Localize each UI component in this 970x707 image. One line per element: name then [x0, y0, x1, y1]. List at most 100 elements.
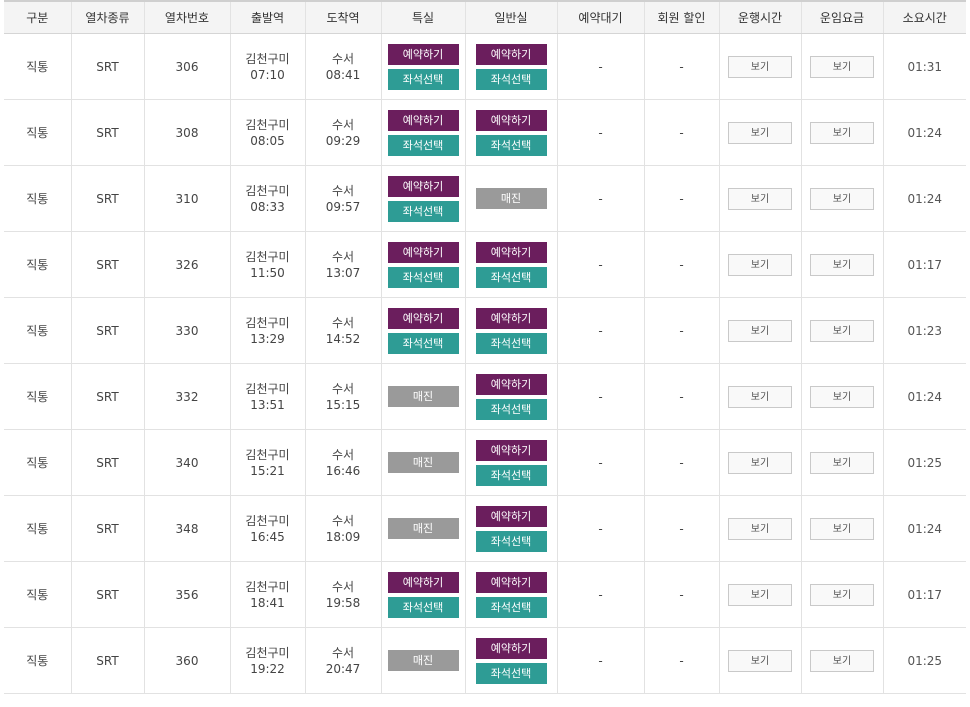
first-class-reserve-button[interactable]: 예약하기: [387, 109, 459, 131]
schedule-cell: 보기: [718, 231, 801, 298]
departure-station: 김천구미: [245, 381, 290, 396]
general-reserve-button[interactable]: 예약하기: [475, 571, 547, 593]
header-schedule: 운행시간: [718, 0, 801, 34]
train-type-cell: SRT: [70, 165, 144, 232]
general-seat-select-button[interactable]: 좌석선택: [475, 134, 547, 156]
train-number-cell: 340: [143, 429, 230, 496]
schedule-cell: 보기: [718, 627, 801, 694]
view-fare-button[interactable]: 보기: [810, 385, 874, 408]
first-class-seat-select-button[interactable]: 좌석선택: [387, 332, 459, 354]
first-class-reserve-button[interactable]: 예약하기: [387, 571, 459, 593]
general-reserve-button[interactable]: 예약하기: [475, 307, 547, 329]
arrival-station: 수서: [331, 249, 355, 264]
general-cell: 예약하기좌석선택: [464, 429, 557, 496]
waitlist-cell: -: [556, 33, 644, 100]
first-class-soldout-button: 매진: [387, 650, 459, 671]
arrival-station: 수서: [331, 117, 355, 132]
first-class-reserve-button[interactable]: 예약하기: [387, 175, 459, 197]
first-class-soldout-button: 매진: [387, 386, 459, 407]
arrival-station: 수서: [331, 381, 355, 396]
train-number-cell: 306: [143, 33, 230, 100]
general-reserve-button[interactable]: 예약하기: [475, 505, 547, 527]
arrival-station: 수서: [331, 447, 355, 462]
member-discount-cell: -: [643, 363, 719, 430]
departure-time: 13:29: [250, 331, 285, 346]
duration-cell: 01:23: [882, 297, 966, 364]
train-number-cell: 348: [143, 495, 230, 562]
view-fare-button[interactable]: 보기: [810, 55, 874, 78]
first-class-seat-select-button[interactable]: 좌석선택: [387, 596, 459, 618]
arrival-time: 09:29: [325, 133, 361, 148]
general-cell: 예약하기좌석선택: [464, 33, 557, 100]
view-schedule-button[interactable]: 보기: [728, 319, 792, 342]
duration-cell: 01:31: [882, 33, 966, 100]
category-cell: 직통: [4, 561, 71, 628]
arrival-time: 20:47: [325, 661, 361, 676]
general-cell: 예약하기좌석선택: [464, 363, 557, 430]
departure-station: 김천구미: [245, 447, 290, 462]
header-general: 일반실: [464, 0, 557, 34]
member-discount-cell: -: [643, 99, 719, 166]
view-fare-button[interactable]: 보기: [810, 319, 874, 342]
general-seat-select-button[interactable]: 좌석선택: [475, 68, 547, 90]
first-class-seat-select-button[interactable]: 좌석선택: [387, 200, 459, 222]
view-fare-button[interactable]: 보기: [810, 517, 874, 540]
general-reserve-button[interactable]: 예약하기: [475, 439, 547, 461]
view-schedule-button[interactable]: 보기: [728, 121, 792, 144]
first-class-cell: 예약하기좌석선택: [380, 33, 465, 100]
schedule-cell: 보기: [718, 561, 801, 628]
departure-station: 김천구미: [245, 117, 290, 132]
view-schedule-button[interactable]: 보기: [728, 517, 792, 540]
general-reserve-button[interactable]: 예약하기: [475, 241, 547, 263]
view-schedule-button[interactable]: 보기: [728, 253, 792, 276]
general-reserve-button[interactable]: 예약하기: [475, 373, 547, 395]
first-class-seat-select-button[interactable]: 좌석선택: [387, 68, 459, 90]
view-schedule-button[interactable]: 보기: [728, 55, 792, 78]
view-schedule-button[interactable]: 보기: [728, 385, 792, 408]
general-seat-select-button[interactable]: 좌석선택: [475, 332, 547, 354]
general-reserve-button[interactable]: 예약하기: [475, 43, 547, 65]
view-schedule-button[interactable]: 보기: [728, 451, 792, 474]
first-class-reserve-button[interactable]: 예약하기: [387, 241, 459, 263]
category-cell: 직통: [4, 99, 71, 166]
general-seat-select-button[interactable]: 좌석선택: [475, 398, 547, 420]
train-number-cell: 326: [143, 231, 230, 298]
departure-station: 김천구미: [245, 579, 290, 594]
train-number-cell: 360: [143, 627, 230, 694]
header-departure: 출발역: [229, 0, 305, 34]
general-seat-select-button[interactable]: 좌석선택: [475, 596, 547, 618]
view-fare-button[interactable]: 보기: [810, 649, 874, 672]
view-fare-button[interactable]: 보기: [810, 121, 874, 144]
view-schedule-button[interactable]: 보기: [728, 583, 792, 606]
header-train-type: 열차종류: [70, 0, 144, 34]
arrival-time: 09:57: [325, 199, 361, 214]
general-seat-select-button[interactable]: 좌석선택: [475, 530, 547, 552]
first-class-reserve-button[interactable]: 예약하기: [387, 307, 459, 329]
general-reserve-button[interactable]: 예약하기: [475, 637, 547, 659]
first-class-seat-select-button[interactable]: 좌석선택: [387, 266, 459, 288]
general-reserve-button[interactable]: 예약하기: [475, 109, 547, 131]
view-fare-button[interactable]: 보기: [810, 583, 874, 606]
general-seat-select-button[interactable]: 좌석선택: [475, 662, 547, 684]
general-seat-select-button[interactable]: 좌석선택: [475, 464, 547, 486]
fare-cell: 보기: [800, 165, 883, 232]
train-schedule-table: 구분 열차종류 열차번호 출발역 도착역 특실 일반실 예약대기 회원 할인 운…: [4, 0, 966, 694]
arrival-time: 16:46: [325, 463, 361, 478]
category-cell: 직통: [4, 231, 71, 298]
view-fare-button[interactable]: 보기: [810, 253, 874, 276]
first-class-cell: 예약하기좌석선택: [380, 99, 465, 166]
view-schedule-button[interactable]: 보기: [728, 187, 792, 210]
waitlist-cell: -: [556, 495, 644, 562]
general-seat-select-button[interactable]: 좌석선택: [475, 266, 547, 288]
first-class-cell: 매진: [380, 429, 465, 496]
view-schedule-button[interactable]: 보기: [728, 649, 792, 672]
train-type-cell: SRT: [70, 495, 144, 562]
train-type-cell: SRT: [70, 363, 144, 430]
view-fare-button[interactable]: 보기: [810, 451, 874, 474]
departure-time: 08:33: [250, 199, 285, 214]
train-number-cell: 310: [143, 165, 230, 232]
first-class-seat-select-button[interactable]: 좌석선택: [387, 134, 459, 156]
view-fare-button[interactable]: 보기: [810, 187, 874, 210]
departure-time: 15:21: [250, 463, 285, 478]
first-class-reserve-button[interactable]: 예약하기: [387, 43, 459, 65]
